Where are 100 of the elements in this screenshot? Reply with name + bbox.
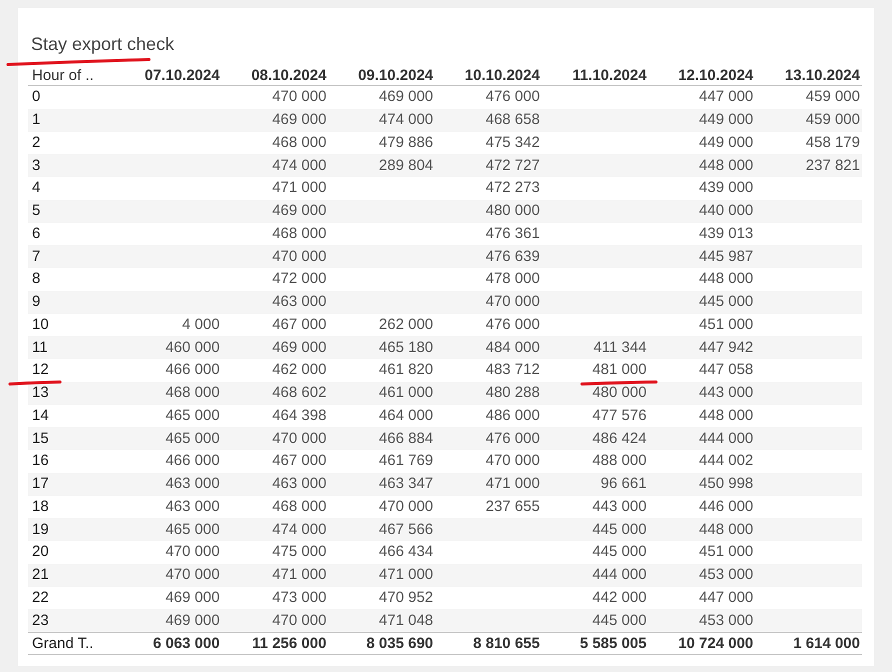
table-cell-text: 471 048: [378, 610, 434, 631]
table-cell-text: 466 434: [378, 542, 434, 562]
row-label: 6: [32, 224, 40, 244]
table-cell-text: 466 000: [165, 360, 220, 380]
table-cell-text: 484 000: [486, 338, 540, 358]
table-cell-text: 445 000: [592, 520, 647, 540]
table-cell-text: 411 344: [593, 338, 647, 358]
total-cell-text: 10 724 000: [678, 634, 754, 654]
column-header: Hour of ..: [32, 66, 94, 86]
table-cell-text: 443 000: [592, 496, 647, 517]
table-cell-text: 474 000: [272, 156, 326, 176]
row-label: 12: [32, 359, 49, 382]
row-label: 18: [32, 496, 49, 517]
table-cell: 481 000: [592, 359, 647, 382]
table-cell-text: 483 712: [486, 360, 540, 380]
table-cell-text: 466 000: [165, 451, 220, 472]
row-label: 22: [32, 588, 49, 608]
table-cell-text: 476 000: [486, 87, 540, 108]
row-label: 20: [32, 542, 49, 562]
row-label: 7: [32, 246, 40, 267]
table-cell-text: 480 288: [486, 383, 540, 404]
row-label: 23: [32, 610, 49, 631]
table-cell-text: 449 000: [699, 132, 754, 153]
table-cell-text: 476 361: [486, 224, 540, 244]
table-cell-text: 448 000: [699, 406, 754, 426]
table-cell-text: 472 273: [486, 178, 540, 198]
table-cell-text: 461 820: [378, 360, 434, 380]
table-cell-text: 468 000: [165, 383, 220, 404]
table-cell-text: 470 000: [486, 451, 540, 472]
table-cell-text: 461 000: [378, 383, 434, 404]
table-cell-text: 458 179: [806, 132, 860, 153]
table-cell-text: 448 000: [699, 156, 754, 176]
table-cell-text: 446 000: [699, 496, 754, 517]
table-cell-text: 471 000: [486, 474, 540, 494]
table-cell-text: 472 727: [486, 156, 540, 176]
table-cell-text: 459 000: [806, 87, 860, 108]
table-cell-text: 476 000: [486, 428, 540, 449]
table-cell-text: 465 000: [165, 428, 220, 449]
table-cell-text: 486 000: [486, 406, 540, 426]
table-cell-text: 470 000: [272, 428, 326, 449]
table-cell-text: 459 000: [806, 110, 860, 130]
table-cell-text: 476 000: [486, 314, 540, 335]
table-cell-text: 469 000: [165, 588, 220, 608]
table-cell-text: 460 000: [165, 338, 220, 358]
table-cell-text: 475 000: [272, 542, 326, 562]
table-cell-text: 471 000: [272, 565, 326, 586]
table-cell-text: 463 000: [272, 474, 326, 494]
table-cell-text: 465 000: [165, 406, 220, 426]
table-cell-text: 439 000: [699, 178, 754, 198]
table-cell-text: 466 884: [378, 428, 434, 449]
table-cell-text: 470 000: [165, 542, 220, 562]
table-cell-text: 448 000: [699, 520, 754, 540]
table-cell-text: 467 566: [378, 520, 434, 540]
table-cell-text: 445 987: [699, 246, 754, 267]
column-header: 10.10.2024: [464, 66, 540, 86]
table-cell-text: 468 000: [272, 132, 326, 153]
table-cell-text: 444 000: [592, 565, 647, 586]
table-cell-text: 478 000: [486, 269, 540, 290]
row-label: 13: [32, 383, 49, 404]
row-label: 9: [32, 292, 40, 312]
table-cell-text: 468 000: [272, 224, 326, 244]
table-cell-text: 4 000: [182, 314, 220, 335]
table-cell-text: 447 942: [699, 338, 754, 358]
table-cell-text: 470 000: [272, 87, 326, 108]
table-cell-text: 470 000: [378, 496, 434, 517]
column-header: 11.10.2024: [572, 66, 647, 86]
row-label: 15: [32, 428, 49, 449]
row-label: 8: [32, 269, 40, 290]
table-cell-text: 468 602: [272, 383, 326, 404]
table-cell-text: 475 342: [486, 132, 540, 153]
table-cell-text: 464 000: [378, 406, 434, 426]
table-cell-text: 439 013: [699, 224, 754, 244]
row-label: 3: [32, 156, 40, 176]
table-cell-text: 461 769: [378, 451, 434, 472]
table-cell-text: 444 002: [699, 451, 754, 472]
total-cell-text: 6 063 000: [152, 634, 220, 654]
table-cell-text: 467 000: [272, 451, 326, 472]
row-label: 11: [32, 338, 48, 358]
column-header: 12.10.2024: [678, 66, 754, 86]
table-cell-text: 468 000: [272, 496, 326, 517]
table-cell-text: 469 000: [272, 110, 326, 130]
row-label: 10: [32, 314, 49, 335]
total-cell-text: 8 810 655: [473, 634, 540, 654]
table-cell-text: 444 000: [699, 428, 754, 449]
table-cell-text: 470 000: [272, 246, 326, 267]
table-cell-text: 449 000: [699, 110, 754, 130]
row-label: Grand T..: [32, 634, 94, 654]
table-cell-text: 479 886: [378, 132, 434, 153]
row-label: 17: [32, 474, 49, 494]
table-cell-text: 469 000: [272, 338, 326, 358]
table-cell-text: 451 000: [699, 314, 754, 335]
column-header: 08.10.2024: [251, 66, 326, 86]
table-cell-text: 473 000: [272, 588, 326, 608]
table-cell-text: 289 804: [378, 156, 434, 176]
table-cell-text: 469 000: [272, 201, 326, 222]
table-cell-text: 447 058: [699, 360, 754, 380]
table-cell-text: 467 000: [272, 314, 326, 335]
table-cell-text: 445 000: [592, 610, 647, 631]
row-label: 2: [32, 132, 40, 153]
row-label: 21: [32, 565, 49, 586]
